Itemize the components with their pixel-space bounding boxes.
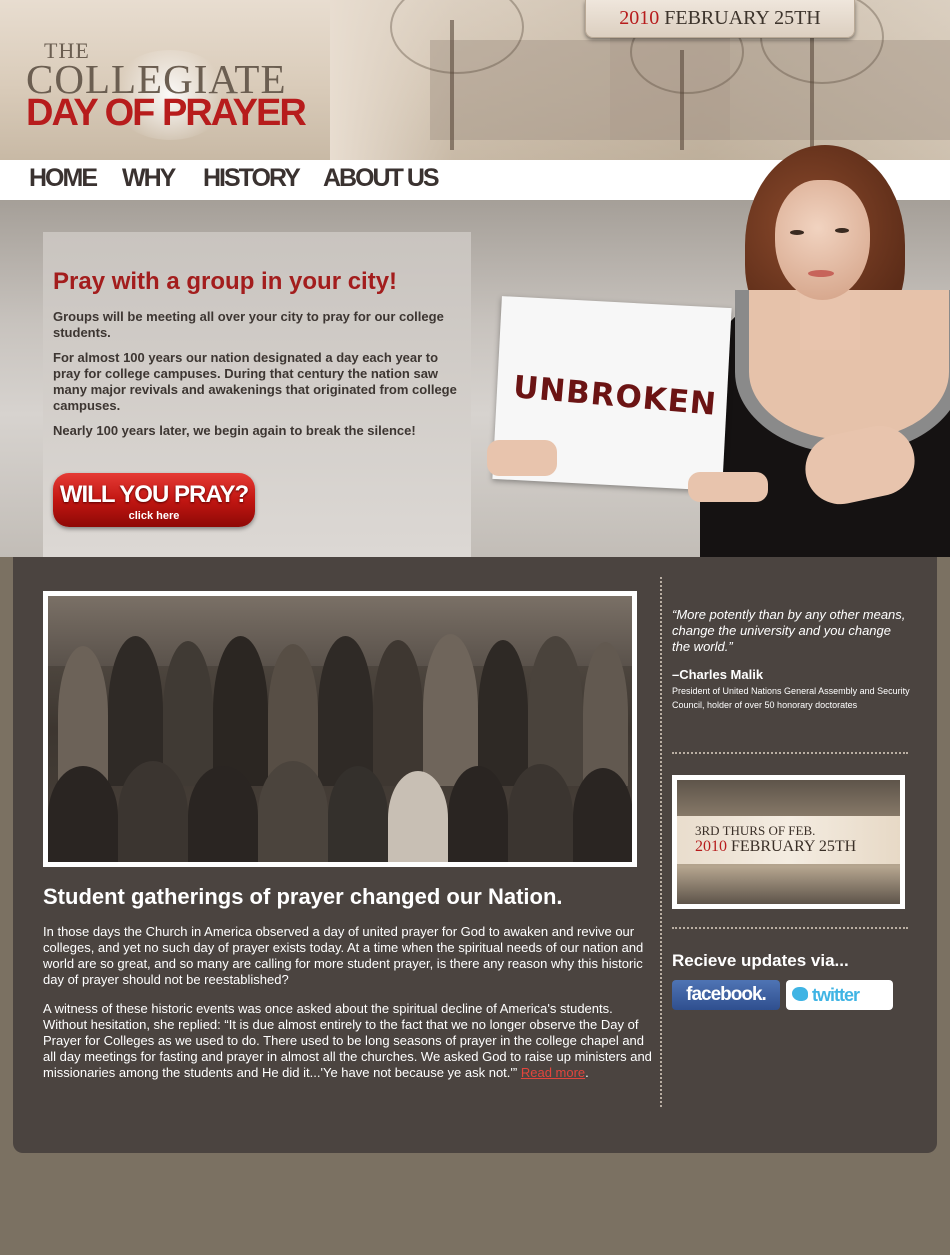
updates-title: Recieve updates via... [672,951,849,970]
sidebar-divider [672,752,908,754]
pray-button-label: WILL YOU PRAY? [59,481,249,508]
hero-paragraph: For almost 100 years our nation designat… [53,350,457,413]
banner-year: 2010 [695,838,727,855]
historic-group-photo [48,596,632,862]
hand [688,472,768,502]
nav-history[interactable]: HISTORY [203,164,301,193]
twitter-bird-icon [792,987,808,1001]
banner-line1: 3RD THURS OF FEB. [695,823,816,838]
quote-author-role: President of United Nations General Asse… [672,686,910,710]
pray-button-sublabel: click here [128,510,180,522]
column-divider [660,577,662,1107]
hero-paragraph: Groups will be meeting all over your cit… [53,309,444,340]
hand [487,440,557,476]
will-you-pray-button[interactable]: WILL YOU PRAY? click here [53,473,255,527]
body-paragraph: In those days the Church in America obse… [43,924,644,987]
banner-line2: 2010 FEBRUARY 25TH [695,838,856,856]
hero-paragraph: Nearly 100 years later, we begin again t… [53,423,416,438]
read-more-link[interactable]: Read more [521,1065,585,1080]
body-paragraph: A witness of these historic events was o… [43,1001,653,1081]
quote-author: –Charles Malik [672,667,764,682]
section-title: Student gatherings of prayer changed our… [43,884,563,909]
read-more-suffix: . [585,1065,589,1080]
sidebar-divider [672,927,908,929]
date-rest: FEBRUARY 25TH [664,7,821,29]
hero-title: Pray with a group in your city! [53,268,398,295]
date-year: 2010 [619,7,660,29]
date-banner[interactable]: 3RD THURS OF FEB. 2010 FEBRUARY 25TH [677,780,900,904]
facebook-button[interactable]: facebook. [672,980,780,1010]
quote-text: “More potently than by any other means, … [672,607,906,654]
nav-why[interactable]: WHY [122,164,176,193]
date-tab: 2010 FEBRUARY 25TH [585,0,855,38]
logo-day-of-prayer: DAY OF PRAYER [26,92,307,134]
site-header: THE COLLEGIATE DAY OF PRAYER 2010 FEBRUA… [0,0,950,160]
nav-about-us[interactable]: ABOUT US [323,164,440,193]
twitter-button[interactable]: twitter [786,980,893,1010]
facebook-label: facebook. [686,984,767,1005]
banner-date: FEBRUARY 25TH [731,838,857,855]
nav-home[interactable]: HOME [29,164,98,193]
twitter-label: twitter [812,985,860,1005]
